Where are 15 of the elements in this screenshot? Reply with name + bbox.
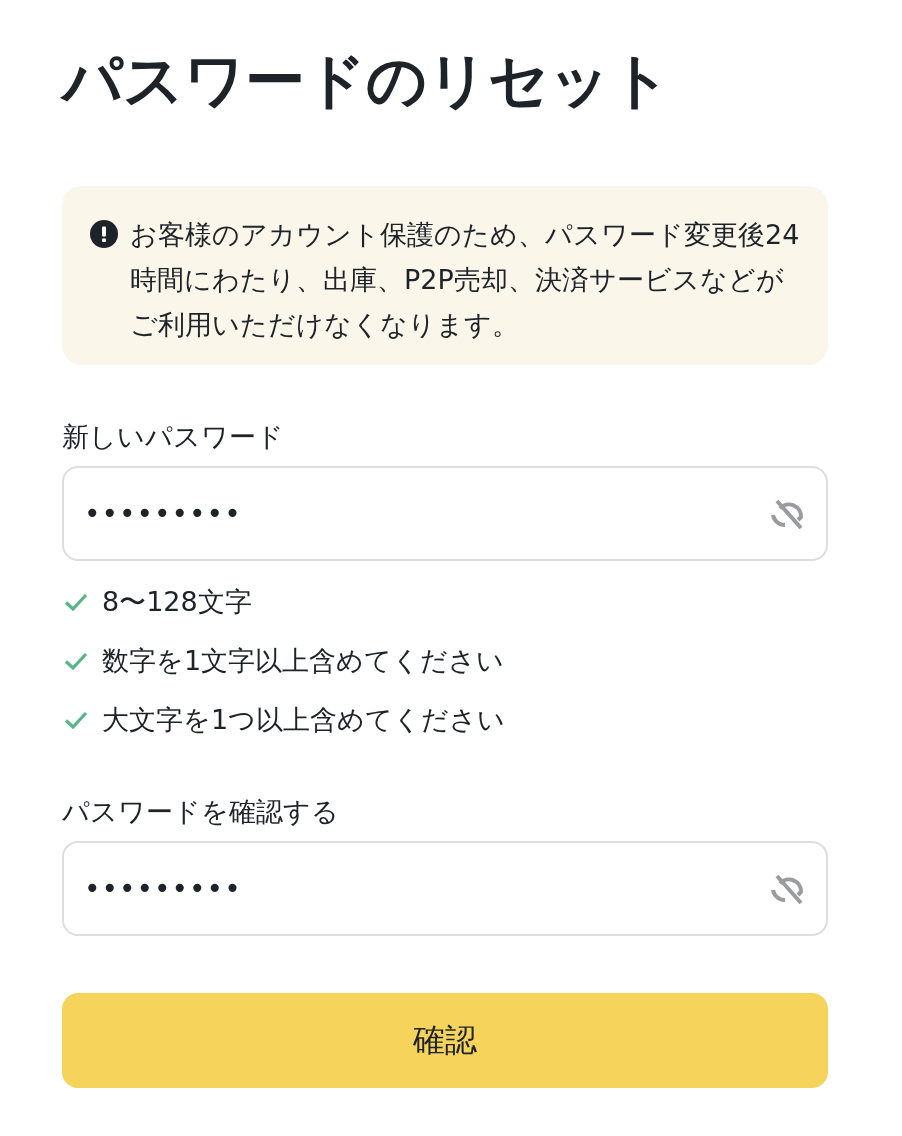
exclamation-icon	[90, 220, 118, 248]
eye-slash-icon[interactable]	[768, 872, 806, 905]
field-label: 新しいパスワード	[62, 420, 284, 454]
eye-slash-icon[interactable]	[768, 497, 806, 530]
requirement-text: 8〜128文字	[102, 585, 252, 619]
password-field[interactable]: •••••••••	[62, 466, 828, 561]
field-label: パスワードを確認する	[62, 795, 339, 829]
confirm-button[interactable]: 確認	[62, 993, 828, 1088]
password-value: •••••••••	[84, 870, 242, 907]
requirement-text: 大文字を1つ以上含めてください	[102, 703, 506, 737]
password-value: •••••••••	[84, 495, 242, 532]
page-title: パスワードのリセット	[62, 44, 671, 116]
requirement-text: 数字を1文字以上含めてください	[102, 644, 505, 678]
password-field[interactable]: •••••••••	[62, 841, 828, 936]
notice-text: お客様のアカウント保護のため、パスワード変更後24時間にわたり、出庫、P2P売却、決済サービスなどがご利用いただけなくなります。	[130, 218, 801, 342]
